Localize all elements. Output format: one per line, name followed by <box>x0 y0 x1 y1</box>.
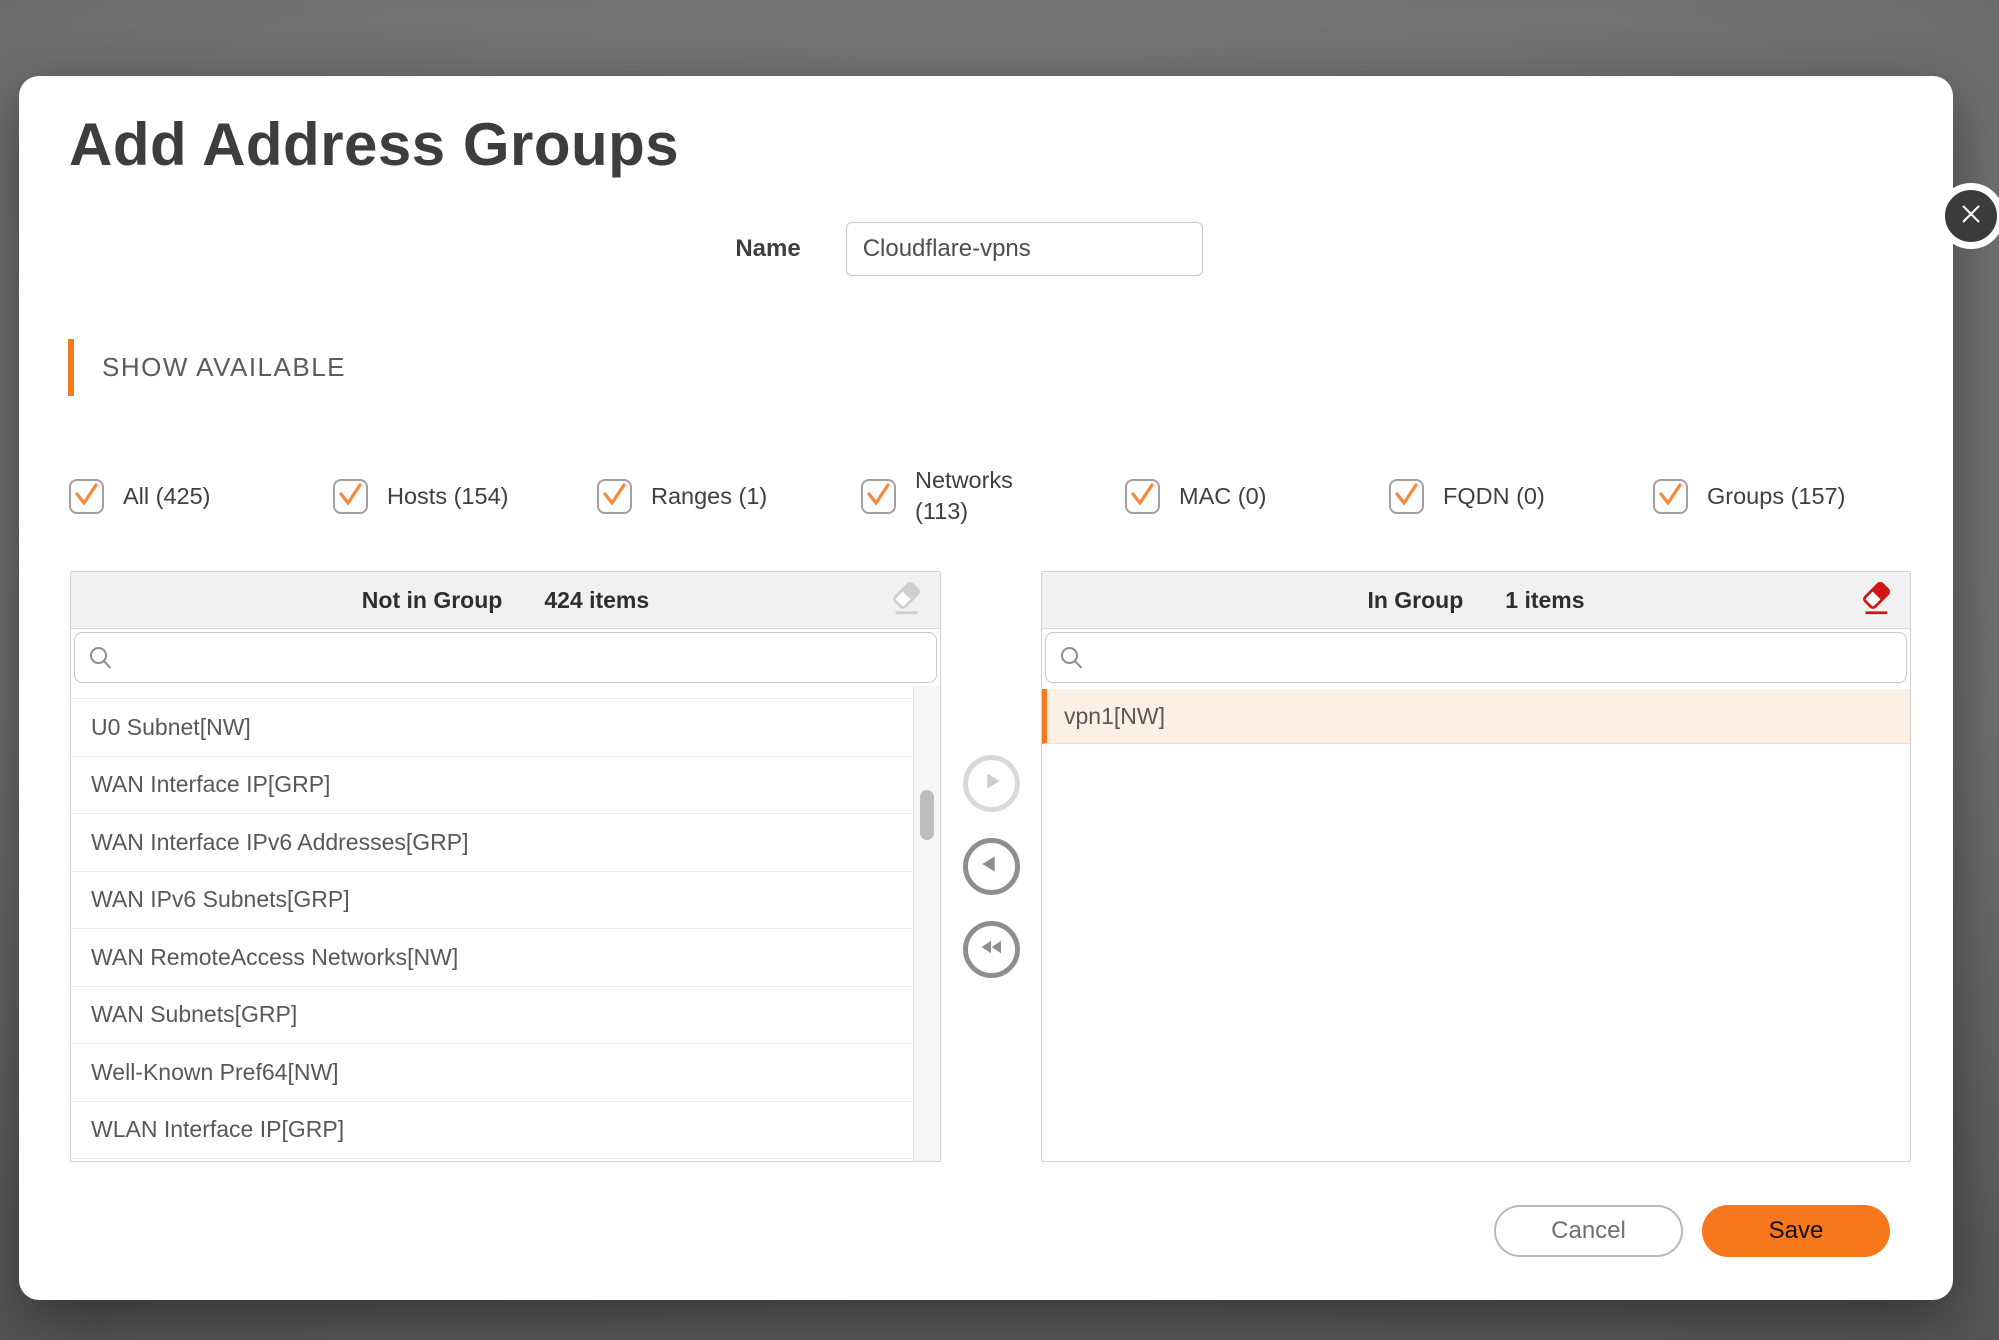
add-address-groups-dialog: Add Address Groups Name SHOW AVAILABLE A… <box>19 76 1999 1300</box>
list-item[interactable]: WAN Interface IPv6 Addresses[GRP] <box>71 814 913 872</box>
not-in-group-list: U0 Subnet[NW] WAN Interface IP[GRP] WAN … <box>71 686 940 1161</box>
section-accent-bar <box>68 339 74 396</box>
save-button[interactable]: Save <box>1702 1205 1890 1257</box>
eraser-icon <box>1861 581 1893 621</box>
not-in-group-count: 424 items <box>544 586 650 613</box>
list-item[interactable]: WAN IPv6 Subnets[GRP] <box>71 871 913 929</box>
filter-item-groups: Groups (157) <box>1653 477 1846 515</box>
name-input[interactable] <box>845 222 1203 276</box>
clear-in-group-button[interactable] <box>1860 581 1894 621</box>
checkmark-icon <box>862 477 895 515</box>
scrollbar-thumb[interactable] <box>920 790 934 840</box>
filter-item-mac: MAC (0) <box>1125 477 1389 515</box>
filter-item-hosts: Hosts (154) <box>333 477 597 515</box>
name-row: Name <box>2 222 1936 276</box>
filter-item-fqdn: FQDN (0) <box>1389 477 1653 515</box>
transfer-buttons <box>941 571 1041 1162</box>
dialog-footer: Cancel Save <box>1494 1205 1890 1257</box>
filter-label-ranges: Ranges (1) <box>651 482 768 509</box>
filter-checkbox-all[interactable] <box>69 477 104 515</box>
search-icon <box>1059 645 1085 676</box>
checkmark-icon <box>598 477 631 515</box>
checkmark-icon <box>334 477 367 515</box>
filter-checkbox-networks[interactable] <box>861 477 896 515</box>
move-left-button[interactable] <box>962 838 1020 895</box>
in-group-list: vpn1[NW] <box>1042 686 1910 1161</box>
in-group-search <box>1045 632 1907 683</box>
list-item[interactable]: Well-Known Pref64[NW] <box>71 1044 913 1102</box>
arrow-left-icon <box>976 849 1006 884</box>
page-title: Add Address Groups <box>69 111 680 178</box>
cancel-button[interactable]: Cancel <box>1494 1205 1683 1257</box>
checkmark-icon <box>1126 477 1159 515</box>
not-in-group-title: Not in Group <box>361 586 503 613</box>
list-item[interactable]: U0 Subnet[NW] <box>71 699 913 757</box>
not-in-group-header: Not in Group 424 items <box>71 572 940 629</box>
in-group-count: 1 items <box>1505 586 1585 613</box>
show-available-label: SHOW AVAILABLE <box>102 352 347 382</box>
list-item[interactable]: WLAN Interface IP[GRP] <box>71 1101 913 1159</box>
checkmark-icon <box>1654 477 1687 515</box>
close-button[interactable] <box>1938 183 1999 249</box>
move-all-left-button[interactable] <box>962 921 1020 978</box>
transfer-panels: Not in Group 424 items U0 Subnet[NW] WAN… <box>70 571 1912 1162</box>
name-label: Name <box>735 235 801 262</box>
filter-label-hosts: Hosts (154) <box>387 482 509 509</box>
show-available-header: SHOW AVAILABLE <box>68 339 346 396</box>
checkmark-icon <box>70 477 103 515</box>
not-in-group-search-input[interactable] <box>74 632 937 683</box>
filter-label-groups: Groups (157) <box>1707 482 1846 509</box>
list-item[interactable]: WAN Interface IP[GRP] <box>71 756 913 814</box>
eraser-icon <box>891 581 923 621</box>
type-filter-row: All (425) Hosts (154) Ranges (1) Network… <box>69 446 1923 546</box>
filter-checkbox-ranges[interactable] <box>597 477 632 515</box>
clear-not-in-group-button[interactable] <box>890 581 924 621</box>
list-item-selected[interactable]: vpn1[NW] <box>1042 689 1910 744</box>
filter-label-networks: Networks (113) <box>915 467 1013 524</box>
arrow-right-icon <box>976 766 1006 801</box>
in-group-title: In Group <box>1367 586 1464 613</box>
filter-checkbox-groups[interactable] <box>1653 477 1688 515</box>
filter-checkbox-mac[interactable] <box>1125 477 1160 515</box>
list-item[interactable]: WAN RemoteAccess Networks[NW] <box>71 929 913 987</box>
not-in-group-search <box>74 632 937 683</box>
filter-label-all: All (425) <box>123 482 211 509</box>
in-group-header: In Group 1 items <box>1042 572 1910 629</box>
filter-item-all: All (425) <box>69 477 333 515</box>
scrollbar-track[interactable] <box>913 686 940 1161</box>
filter-label-fqdn: FQDN (0) <box>1443 482 1545 509</box>
in-group-panel: In Group 1 items vpn1[NW] <box>1041 571 1911 1162</box>
in-group-search-input[interactable] <box>1045 632 1907 683</box>
list-item[interactable]: WAN Subnets[GRP] <box>71 986 913 1044</box>
partial-row <box>71 686 913 699</box>
checkmark-icon <box>1390 477 1423 515</box>
filter-item-networks: Networks (113) <box>861 465 1125 526</box>
move-right-button[interactable] <box>962 755 1020 812</box>
filter-item-ranges: Ranges (1) <box>597 477 861 515</box>
filter-checkbox-hosts[interactable] <box>333 477 368 515</box>
search-icon <box>88 645 114 676</box>
filter-label-mac: MAC (0) <box>1179 482 1267 509</box>
close-icon <box>1958 201 1984 232</box>
filter-checkbox-fqdn[interactable] <box>1389 477 1424 515</box>
double-arrow-left-icon <box>976 932 1006 967</box>
not-in-group-panel: Not in Group 424 items U0 Subnet[NW] WAN… <box>70 571 941 1162</box>
